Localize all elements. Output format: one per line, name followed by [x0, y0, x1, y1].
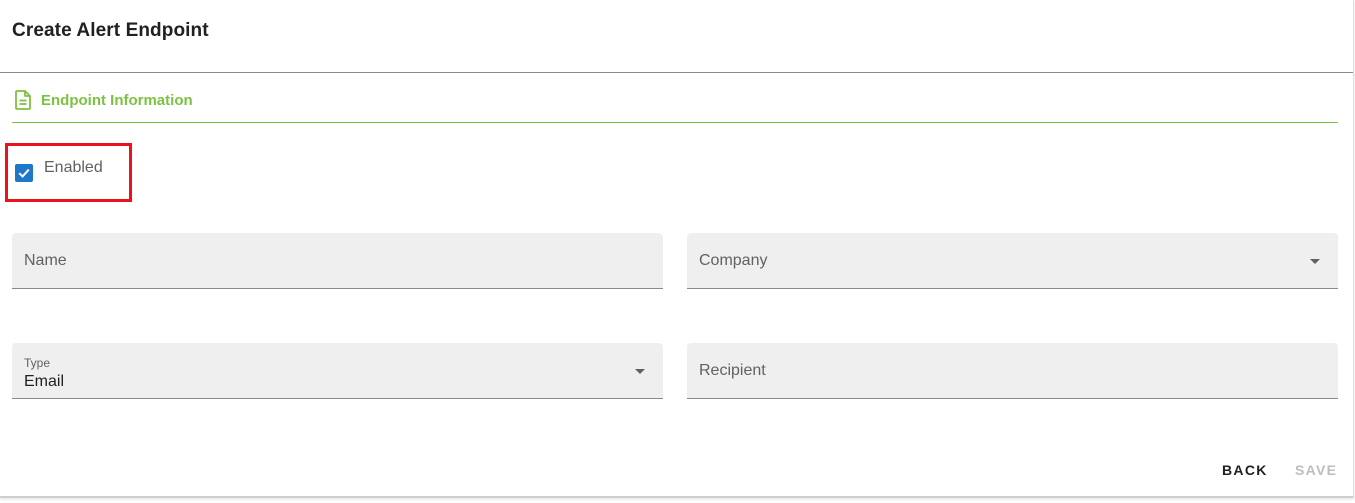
name-field-label: Name: [24, 252, 67, 269]
check-icon: [18, 168, 30, 178]
save-button[interactable]: SAVE: [1295, 462, 1337, 478]
recipient-field[interactable]: Recipient: [687, 343, 1338, 399]
dropdown-arrow-icon: [1310, 259, 1320, 264]
page-title: Create Alert Endpoint: [12, 20, 209, 41]
section-header: Endpoint Information: [13, 88, 193, 112]
create-alert-endpoint-card: Create Alert Endpoint Endpoint Informati…: [0, 0, 1354, 498]
header-divider: [0, 72, 1353, 73]
type-select-value: Email: [24, 373, 65, 390]
company-select[interactable]: Company: [687, 233, 1338, 289]
type-select-label: Type: [24, 356, 51, 370]
company-select-label: Company: [699, 252, 768, 269]
enabled-label: Enabled: [44, 159, 103, 176]
type-select[interactable]: Type Email: [12, 343, 663, 399]
recipient-field-label: Recipient: [699, 362, 766, 379]
enabled-checkbox-row[interactable]: Enabled: [15, 159, 103, 182]
document-icon: [13, 89, 33, 111]
section-divider: [12, 122, 1338, 123]
back-button[interactable]: BACK: [1222, 462, 1268, 478]
dropdown-arrow-icon: [635, 369, 645, 374]
section-title: Endpoint Information: [41, 91, 193, 109]
enabled-checkbox[interactable]: [15, 164, 33, 182]
name-field[interactable]: Name: [12, 233, 663, 289]
